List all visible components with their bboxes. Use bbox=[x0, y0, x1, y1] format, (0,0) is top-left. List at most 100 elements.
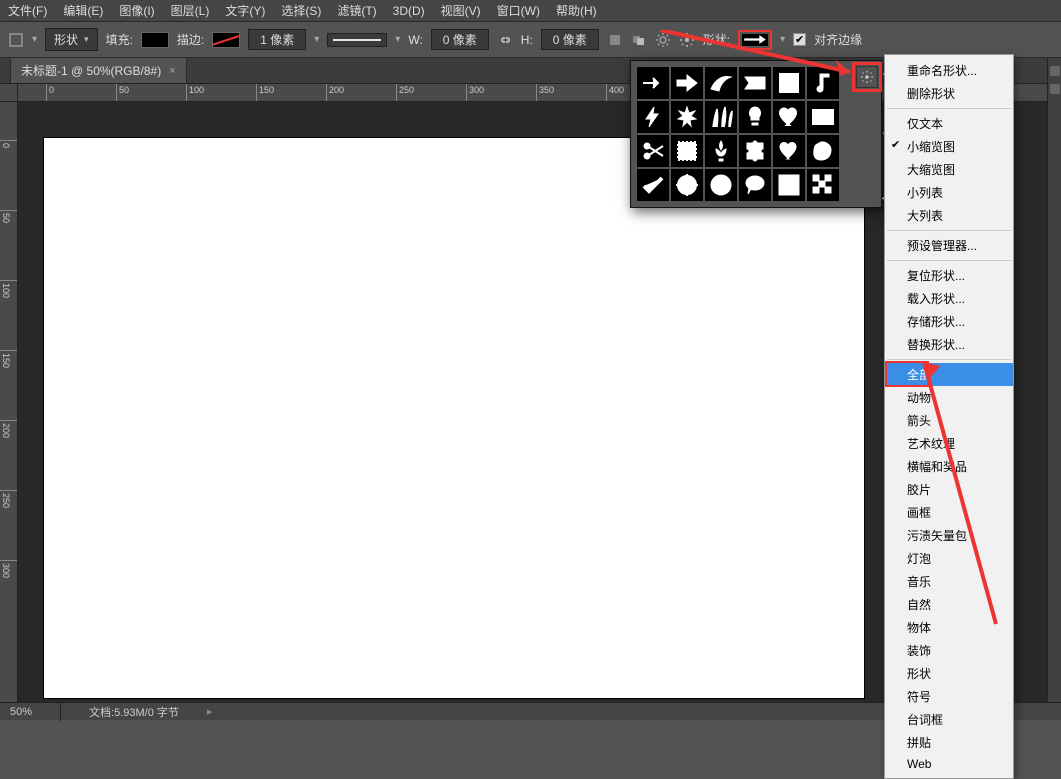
shape-thumb-dotted-frame[interactable] bbox=[671, 135, 703, 167]
shape-thumb-no-sign[interactable] bbox=[705, 169, 737, 201]
menu-item[interactable]: 形状 bbox=[885, 662, 1013, 685]
menu-item-label: 符号 bbox=[907, 690, 931, 704]
link-icon[interactable] bbox=[497, 32, 513, 48]
menu-item[interactable]: 存储形状... bbox=[885, 310, 1013, 333]
menu-item[interactable]: 箭头 bbox=[885, 409, 1013, 432]
canvas[interactable] bbox=[44, 138, 864, 698]
gear-icon[interactable] bbox=[679, 32, 695, 48]
fill-swatch[interactable] bbox=[141, 32, 169, 48]
menu-type[interactable]: 文字(Y) bbox=[225, 2, 265, 19]
shape-thumb-checker[interactable] bbox=[807, 169, 839, 201]
tool-preset-icon[interactable] bbox=[8, 32, 24, 48]
document-info[interactable]: 文档:5.93M/0 字节 bbox=[89, 704, 179, 720]
path-align-icon[interactable] bbox=[607, 32, 623, 48]
height-input[interactable]: 0 像素 bbox=[541, 29, 599, 50]
menu-item[interactable]: 全部 bbox=[885, 363, 1013, 386]
shape-thumb-lightning[interactable] bbox=[637, 101, 669, 133]
menu-item[interactable]: 音乐 bbox=[885, 570, 1013, 593]
menu-item[interactable]: 灯泡 bbox=[885, 547, 1013, 570]
menu-help[interactable]: 帮助(H) bbox=[556, 2, 597, 19]
menu-item-label: 删除形状 bbox=[907, 87, 955, 101]
stroke-width-input[interactable]: 1 像素 bbox=[248, 29, 306, 50]
document-tab[interactable]: 未标题-1 @ 50%(RGB/8#) × bbox=[10, 57, 187, 83]
shape-thumb-heart-outline[interactable] bbox=[773, 101, 805, 133]
menu-filter[interactable]: 滤镜(T) bbox=[337, 2, 376, 19]
menu-item[interactable]: 胶片 bbox=[885, 478, 1013, 501]
menu-image[interactable]: 图像(I) bbox=[119, 2, 154, 19]
menu-item[interactable]: 替换形状... bbox=[885, 333, 1013, 356]
menu-item[interactable]: 小列表 bbox=[885, 181, 1013, 204]
chevron-down-icon[interactable]: ▾ bbox=[395, 34, 400, 45]
menu-item[interactable]: 大缩览图 bbox=[885, 158, 1013, 181]
path-arrange-icon[interactable] bbox=[631, 32, 647, 48]
menu-item[interactable]: 大列表 bbox=[885, 204, 1013, 227]
shape-picker-menu-button[interactable] bbox=[856, 66, 878, 88]
menu-edit[interactable]: 编辑(E) bbox=[63, 2, 103, 19]
shape-thumb-envelope[interactable] bbox=[807, 101, 839, 133]
menu-item[interactable]: ✔小缩览图 bbox=[885, 135, 1013, 158]
menu-item[interactable]: 物体 bbox=[885, 616, 1013, 639]
shape-thumb-scissors[interactable] bbox=[637, 135, 669, 167]
menu-window[interactable]: 窗口(W) bbox=[497, 2, 540, 19]
shape-thumb-swoosh[interactable] bbox=[705, 67, 737, 99]
menu-item[interactable]: 动物 bbox=[885, 386, 1013, 409]
stroke-swatch[interactable] bbox=[212, 32, 240, 48]
ruler-corner bbox=[0, 84, 18, 102]
menu-item-label: 艺术纹理 bbox=[907, 437, 955, 451]
shape-thumb-target[interactable] bbox=[671, 169, 703, 201]
shape-mode-combo[interactable]: 形状 ▾ bbox=[45, 28, 98, 51]
shape-thumb-hatch[interactable] bbox=[773, 169, 805, 201]
shape-thumb-starburst[interactable] bbox=[671, 101, 703, 133]
shape-thumb-arrow-thin[interactable] bbox=[637, 67, 669, 99]
shape-thumb-checkmark[interactable] bbox=[637, 169, 669, 201]
shape-thumb-music-note[interactable] bbox=[807, 67, 839, 99]
collapsed-panels-strip[interactable] bbox=[1047, 58, 1061, 702]
shape-thumb-puzzle[interactable] bbox=[739, 135, 771, 167]
chevron-down-icon[interactable]: ▾ bbox=[32, 34, 37, 45]
menu-item[interactable]: 画框 bbox=[885, 501, 1013, 524]
menu-item[interactable]: 删除形状 bbox=[885, 82, 1013, 105]
check-icon: ✔ bbox=[891, 138, 900, 151]
menu-item[interactable]: 拼贴 bbox=[885, 731, 1013, 754]
chevron-right-icon[interactable]: ▸ bbox=[207, 705, 213, 718]
shape-thumb-frame[interactable] bbox=[773, 67, 805, 99]
menu-item[interactable]: 预设管理器... bbox=[885, 234, 1013, 257]
menu-file[interactable]: 文件(F) bbox=[8, 2, 47, 19]
shape-thumb-arrow-bold[interactable] bbox=[671, 67, 703, 99]
shape-thumb-bulb[interactable] bbox=[739, 101, 771, 133]
shape-thumb-banner[interactable] bbox=[739, 67, 771, 99]
shape-thumb-heart[interactable] bbox=[773, 135, 805, 167]
menu-layer[interactable]: 图层(L) bbox=[171, 2, 210, 19]
menu-item-label: 音乐 bbox=[907, 575, 931, 589]
panel-icon[interactable] bbox=[1050, 66, 1060, 76]
panel-icon[interactable] bbox=[1050, 84, 1060, 94]
shape-thumb-fleur[interactable] bbox=[705, 135, 737, 167]
width-input[interactable]: 0 像素 bbox=[431, 29, 489, 50]
chevron-down-icon[interactable]: ▾ bbox=[780, 34, 785, 45]
shape-thumb-blob[interactable] bbox=[807, 135, 839, 167]
menu-item[interactable]: 自然 bbox=[885, 593, 1013, 616]
menu-item[interactable]: 装饰 bbox=[885, 639, 1013, 662]
zoom-level[interactable]: 50% bbox=[10, 706, 32, 718]
menu-item[interactable]: 仅文本 bbox=[885, 112, 1013, 135]
menu-item[interactable]: 符号 bbox=[885, 685, 1013, 708]
close-icon[interactable]: × bbox=[169, 65, 175, 77]
menu-select[interactable]: 选择(S) bbox=[281, 2, 321, 19]
menu-item[interactable]: Web bbox=[885, 754, 1013, 774]
stroke-style-preview[interactable] bbox=[327, 33, 387, 47]
align-edges-checkbox[interactable]: ✔ bbox=[793, 33, 806, 46]
menu-item[interactable]: 污渍矢量包 bbox=[885, 524, 1013, 547]
menu-item[interactable]: 横幅和奖品 bbox=[885, 455, 1013, 478]
path-options-icon[interactable] bbox=[655, 32, 671, 48]
menu-item[interactable]: 复位形状... bbox=[885, 264, 1013, 287]
menu-item[interactable]: 重命名形状... bbox=[885, 59, 1013, 82]
shape-picker-button[interactable] bbox=[738, 30, 772, 50]
menu-item[interactable]: 载入形状... bbox=[885, 287, 1013, 310]
shape-thumb-grass[interactable] bbox=[705, 101, 737, 133]
width-label: W: bbox=[408, 33, 422, 47]
menu-view[interactable]: 视图(V) bbox=[441, 2, 481, 19]
menu-3d[interactable]: 3D(D) bbox=[393, 4, 425, 18]
chevron-down-icon[interactable]: ▾ bbox=[314, 34, 319, 45]
menu-item[interactable]: 艺术纹理 bbox=[885, 432, 1013, 455]
shape-thumb-speech[interactable] bbox=[739, 169, 771, 201]
